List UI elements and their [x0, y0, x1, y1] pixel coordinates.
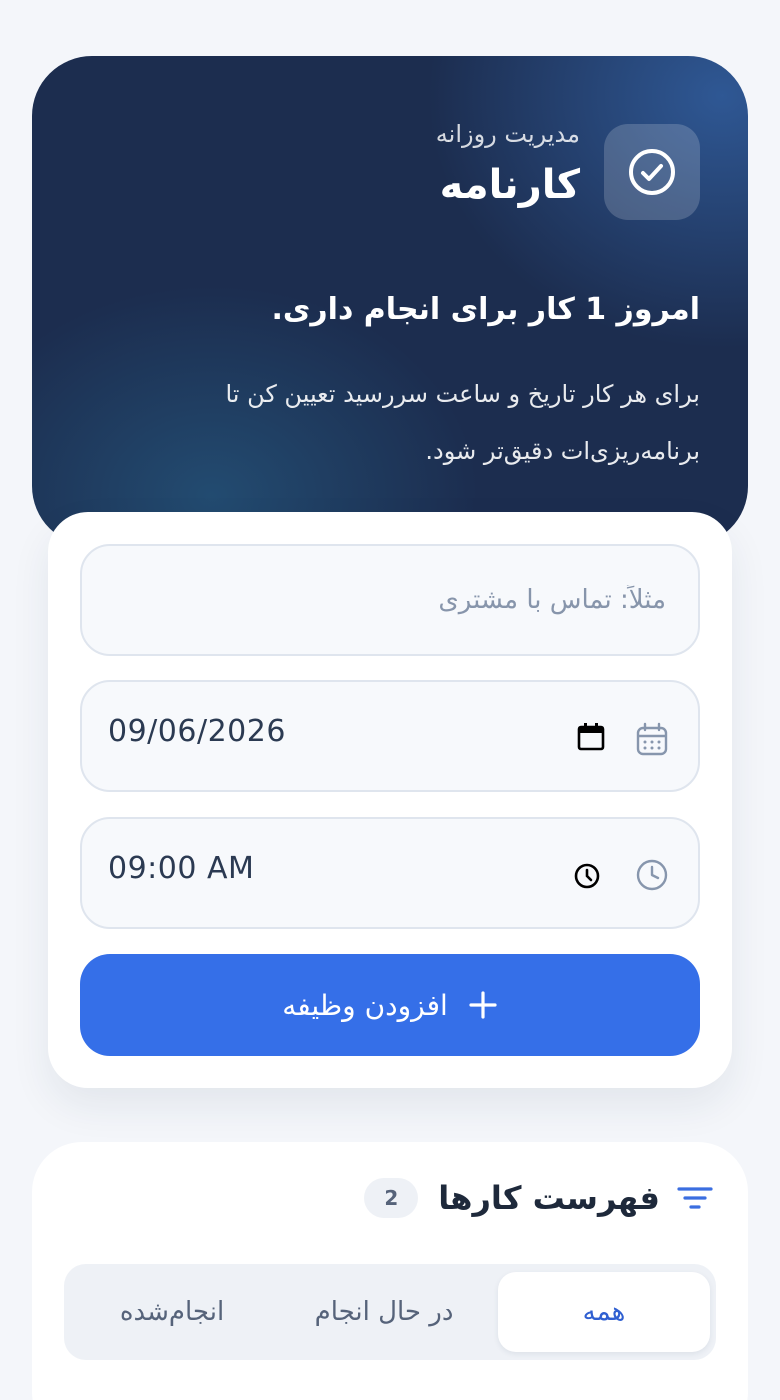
task-field[interactable] — [80, 544, 700, 656]
tab-done[interactable]: انجام‌شده — [74, 1272, 270, 1352]
add-task-label: افزودن وظیفه — [282, 988, 448, 1022]
time-picker-icon[interactable] — [572, 861, 602, 891]
app-title: کارنامه — [439, 162, 580, 208]
task-list-card: فهرست کارها 2 همه در حال انجام انجام‌شده — [32, 1142, 748, 1400]
filter-icon[interactable] — [676, 1183, 714, 1213]
app-logo — [604, 124, 700, 220]
task-input[interactable] — [126, 546, 666, 654]
check-circle-icon — [629, 149, 675, 195]
time-field[interactable]: 09:00 AM — [80, 817, 700, 929]
task-list-header: فهرست کارها 2 — [364, 1178, 714, 1218]
task-count-badge: 2 — [364, 1178, 419, 1218]
clock-icon — [636, 859, 668, 891]
hero-heading: امروز 1 کار برای انجام داری. — [271, 292, 701, 327]
add-task-button[interactable]: افزودن وظیفه — [80, 954, 700, 1056]
tab-in-progress[interactable]: در حال انجام — [278, 1272, 490, 1352]
calendar-picker-icon[interactable] — [576, 722, 606, 752]
add-task-form: 09/06/2026 09:00 AM — [48, 512, 732, 1088]
tab-all[interactable]: همه — [498, 1272, 710, 1352]
calendar-icon — [636, 722, 668, 756]
date-value: 09/06/2026 — [108, 714, 286, 749]
filter-tabs: همه در حال انجام انجام‌شده — [64, 1264, 716, 1360]
hero-subtitle: مدیریت روزانه — [435, 120, 580, 148]
hero-banner: مدیریت روزانه کارنامه امروز 1 کار برای ا… — [32, 56, 748, 546]
task-list-title: فهرست کارها — [438, 1179, 660, 1217]
date-field[interactable]: 09/06/2026 — [80, 680, 700, 792]
time-value: 09:00 AM — [108, 851, 255, 886]
hero-description: برای هر کار تاریخ و ساعت سررسید تعیین کن… — [225, 380, 700, 465]
plus-icon — [469, 991, 497, 1019]
